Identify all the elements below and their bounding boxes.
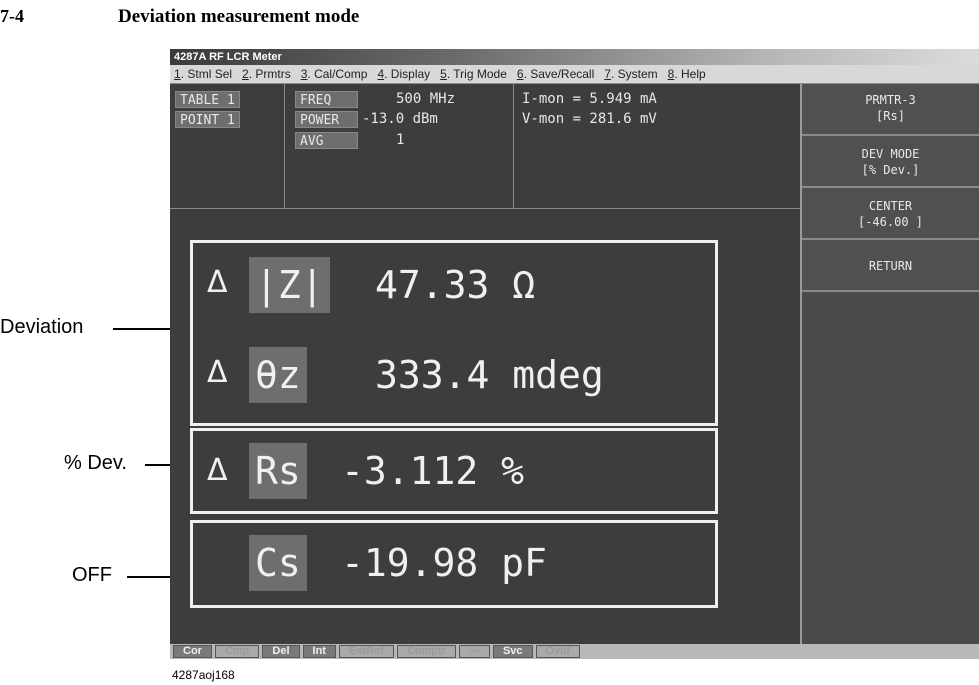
figure-number: 7-4 (0, 6, 24, 26)
figure-title: Deviation measurement mode (118, 6, 360, 27)
figure-caption-id: 4287aoj168 (172, 668, 235, 682)
param-label-z: |Z| (249, 257, 330, 313)
menu-bar: 1. Stml Sel 2. Prmtrs 3. Cal/Comp 4. Dis… (170, 65, 979, 84)
status-area: TABLE 1 POINT 1 FREQ 500 MHz POWER -13.0… (170, 84, 800, 209)
menu-stml-sel[interactable]: 1. Stml Sel (174, 67, 232, 81)
softkey-dev-mode[interactable]: DEV MODE [% Dev.] (802, 136, 979, 188)
measurement-box-deviation: Δ |Z| 47.33 Ω Δ θz 333.4 mdeg (190, 240, 718, 426)
flag-cor: Cor (173, 645, 212, 658)
param-value-z: 47.33 Ω (375, 263, 536, 307)
param-label-cs: Cs (249, 535, 307, 591)
menu-trig-mode[interactable]: 5. Trig Mode (440, 67, 507, 81)
softkey-panel: PRMTR-3 [Rs] DEV MODE [% Dev.] CENTER [-46.… (800, 84, 979, 644)
callout-pct-dev: % Dev. (64, 452, 127, 474)
param-value-theta: 333.4 mdeg (375, 353, 604, 397)
flag-comptr: Comptr (396, 645, 456, 658)
delta-icon: Δ (207, 265, 228, 300)
menu-system[interactable]: 7. System (604, 67, 657, 81)
softkey-center[interactable]: CENTER [-46.00 ] (802, 188, 979, 240)
instrument-window: 4287A RF LCR Meter 1. Stml Sel 2. Prmtrs… (170, 49, 979, 659)
freq-label: FREQ (295, 91, 358, 108)
flag-del: Del (262, 645, 300, 658)
menu-help[interactable]: 8. Help (668, 67, 706, 81)
delta-icon: Δ (207, 355, 228, 390)
param-value-cs: -19.98 pF (341, 541, 547, 585)
power-label: POWER (295, 111, 358, 128)
flag-cmp: Cmp (214, 645, 260, 658)
callout-off: OFF (72, 564, 112, 586)
flag-ovld: Ovld (535, 645, 580, 658)
v-monitor: V-mon = 281.6 mV (522, 111, 657, 127)
softkey-return[interactable]: RETURN (802, 240, 979, 292)
menu-cal-comp[interactable]: 3. Cal/Comp (301, 67, 368, 81)
flag-svc: Svc (492, 645, 533, 658)
menu-prmtrs[interactable]: 2. Prmtrs (242, 67, 291, 81)
flag-extref: ExtRef (338, 645, 394, 658)
avg-label: AVG (295, 132, 358, 149)
avg-value: 1 (396, 132, 405, 148)
flag-blank: — (458, 645, 490, 658)
softkey-prmtr-3[interactable]: PRMTR-3 [Rs] (802, 84, 979, 136)
measurement-box-off: Cs -19.98 pF (190, 520, 718, 608)
param-label-rs: Rs (249, 443, 307, 499)
divider (513, 84, 514, 208)
param-value-rs: -3.112 % (341, 449, 525, 493)
status-flags-bar: Cor Cmp Del Int ExtRef Comptr — Svc Ovld (170, 644, 979, 659)
menu-save-recall[interactable]: 6. Save/Recall (517, 67, 594, 81)
flag-int: Int (302, 645, 336, 658)
window-title: 4287A RF LCR Meter (170, 49, 979, 65)
menu-display[interactable]: 4. Display (377, 67, 430, 81)
freq-value: 500 MHz (396, 91, 456, 107)
delta-icon: Δ (207, 453, 228, 488)
i-monitor: I-mon = 5.949 mA (522, 91, 657, 107)
param-label-theta: θz (249, 347, 307, 403)
divider (170, 208, 800, 209)
table-label: TABLE 1 (175, 91, 240, 108)
point-label: POINT 1 (175, 111, 240, 128)
divider (284, 84, 285, 208)
power-value: -13.0 dBm (362, 111, 438, 127)
measurement-box-pct-dev: Δ Rs -3.112 % (190, 428, 718, 514)
callout-deviation: Deviation (0, 316, 84, 338)
